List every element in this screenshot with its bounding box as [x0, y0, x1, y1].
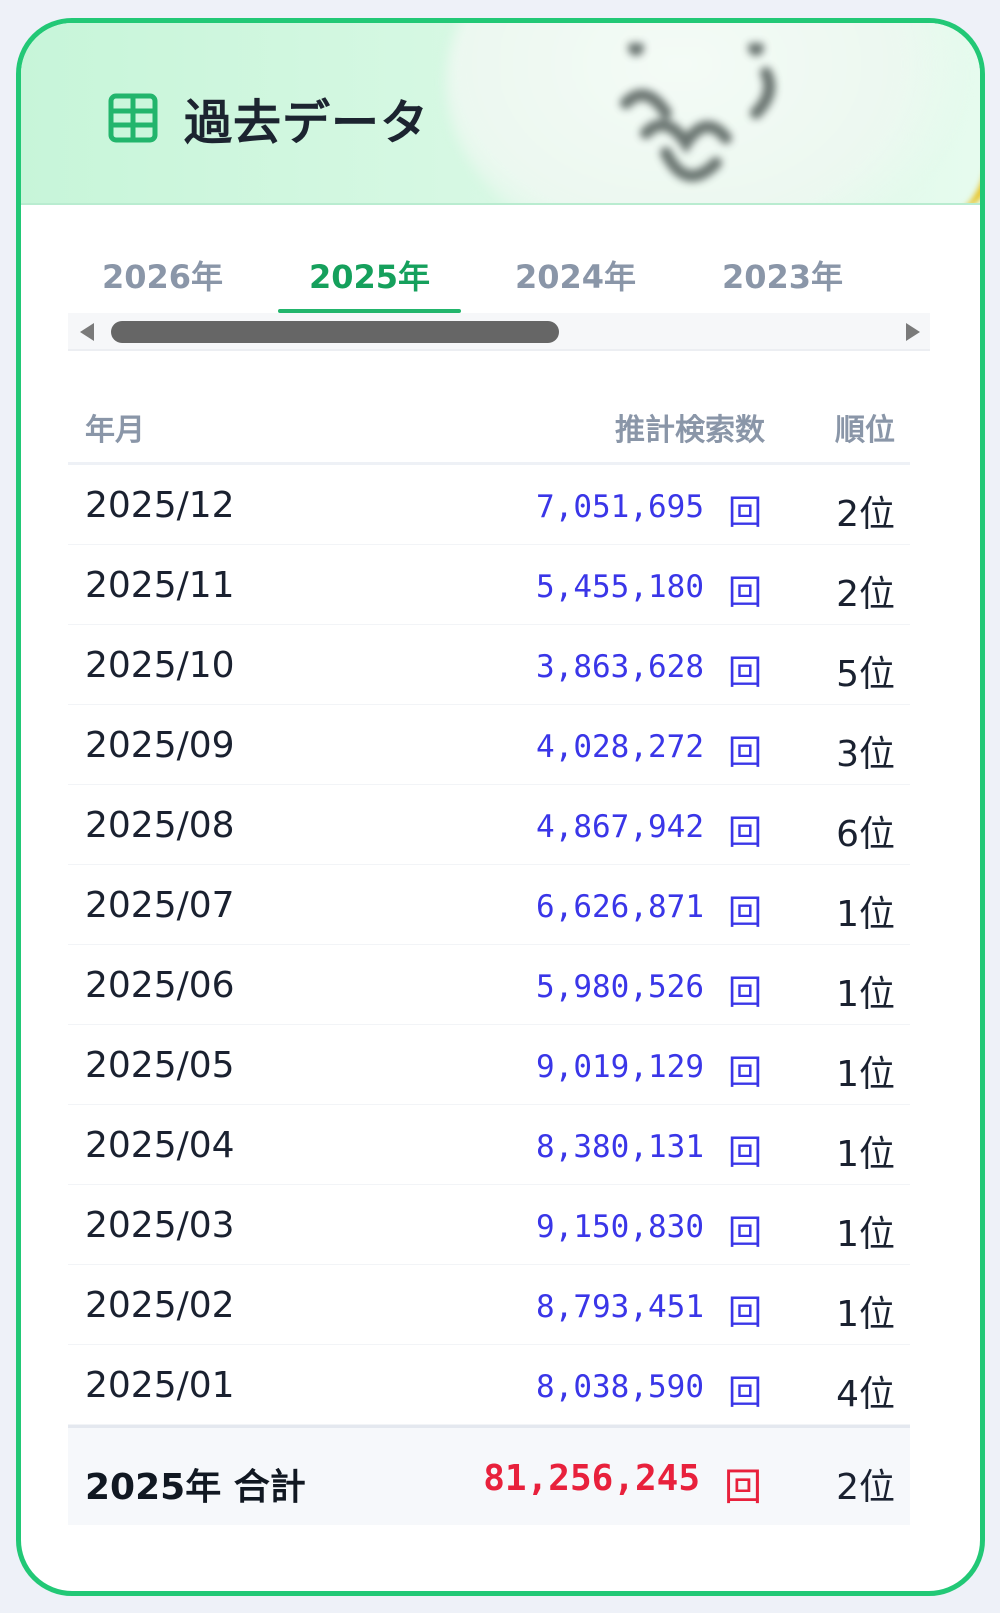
table-row: 2025/08 4,867,942 回 6位 — [68, 785, 910, 865]
monthly-data-table: 年月 推計検索数 順位 2025/12 7,051,695 回 2位 2025/11 5,… — [68, 383, 910, 1525]
row-unit: 回 — [728, 1293, 762, 1333]
row-month: 2025/11 — [85, 565, 235, 606]
row-rank: 1位 — [836, 1294, 895, 1335]
year-tabs: 2026年 2025年 2024年 2023年 — [71, 253, 931, 313]
row-rank: 1位 — [836, 974, 895, 1015]
row-month: 2025/03 — [85, 1205, 235, 1246]
table-row: 2025/09 4,028,272 回 3位 — [68, 705, 910, 785]
mascot-face-icon — [620, 43, 776, 182]
row-search-count: 9,019,129 — [536, 1049, 704, 1085]
row-rank: 1位 — [836, 1054, 895, 1095]
row-month: 2025/02 — [85, 1285, 235, 1326]
table-row: 2025/11 5,455,180 回 2位 — [68, 545, 910, 625]
card-header: 過去データ — [21, 23, 980, 205]
table-row: 2025/12 7,051,695 回 2位 — [68, 465, 910, 545]
row-month: 2025/01 — [85, 1365, 235, 1406]
row-rank: 1位 — [836, 894, 895, 935]
table-row: 2025/01 8,038,590 回 4位 — [68, 1345, 910, 1425]
row-month: 2025/04 — [85, 1125, 235, 1166]
table-row: 2025/06 5,980,526 回 1位 — [68, 945, 910, 1025]
row-rank: 6位 — [836, 814, 895, 855]
row-rank: 1位 — [836, 1134, 895, 1175]
row-search-count: 5,980,526 — [536, 969, 704, 1005]
tab-2023[interactable]: 2023年 — [691, 253, 874, 313]
table-row: 2025/05 9,019,129 回 1位 — [68, 1025, 910, 1105]
row-rank: 2位 — [836, 494, 895, 535]
row-month: 2025/07 — [85, 885, 235, 926]
tabs-horizontal-scrollbar[interactable] — [68, 313, 930, 351]
row-rank: 5位 — [836, 654, 895, 695]
row-rank: 3位 — [836, 734, 895, 775]
panel-title-group: 過去データ — [108, 83, 429, 153]
table-grid-icon — [108, 93, 158, 143]
row-search-count: 4,867,942 — [536, 809, 704, 845]
row-unit: 回 — [728, 973, 762, 1013]
row-month: 2025/09 — [85, 725, 235, 766]
table-row: 2025/02 8,793,451 回 1位 — [68, 1265, 910, 1345]
tab-2025[interactable]: 2025年 — [278, 253, 461, 313]
row-month: 2025/08 — [85, 805, 235, 846]
scroll-right-arrow-icon[interactable] — [906, 323, 920, 341]
row-unit: 回 — [728, 813, 762, 853]
row-month: 2025/12 — [85, 485, 235, 526]
scroll-left-arrow-icon[interactable] — [80, 323, 94, 341]
total-row: 2025年 合計 81,256,245 回 2位 — [68, 1425, 910, 1525]
row-search-count: 3,863,628 — [536, 649, 704, 685]
total-rank: 2位 — [836, 1467, 895, 1508]
row-search-count: 5,455,180 — [536, 569, 704, 605]
row-rank: 1位 — [836, 1214, 895, 1255]
table-row: 2025/03 9,150,830 回 1位 — [68, 1185, 910, 1265]
table-row: 2025/04 8,380,131 回 1位 — [68, 1105, 910, 1185]
tab-2026[interactable]: 2026年 — [71, 253, 254, 313]
row-search-count: 9,150,830 — [536, 1209, 704, 1245]
panel-title: 過去データ — [184, 95, 430, 151]
header-search-count: 推計検索数 — [615, 413, 765, 448]
row-unit: 回 — [728, 1213, 762, 1253]
row-unit: 回 — [728, 1133, 762, 1173]
table-row: 2025/10 3,863,628 回 5位 — [68, 625, 910, 705]
row-unit: 回 — [728, 893, 762, 933]
header-rank: 順位 — [835, 413, 895, 448]
row-search-count: 8,038,590 — [536, 1369, 704, 1405]
table-header: 年月 推計検索数 順位 — [68, 383, 910, 465]
row-unit: 回 — [728, 1053, 762, 1093]
past-data-card: 過去データ 2026年 2025年 2024年 2023年 年月 推計検索数 順… — [16, 18, 985, 1596]
row-rank: 4位 — [836, 1374, 895, 1415]
row-search-count: 6,626,871 — [536, 889, 704, 925]
total-unit: 回 — [723, 1465, 762, 1509]
row-search-count: 7,051,695 — [536, 489, 704, 525]
row-month: 2025/10 — [85, 645, 235, 686]
row-unit: 回 — [728, 573, 762, 613]
row-search-count: 8,380,131 — [536, 1129, 704, 1165]
total-count: 81,256,245 — [483, 1458, 700, 1499]
row-search-count: 8,793,451 — [536, 1289, 704, 1325]
row-unit: 回 — [728, 1373, 762, 1413]
row-unit: 回 — [728, 653, 762, 693]
tab-2024[interactable]: 2024年 — [484, 253, 667, 313]
row-search-count: 4,028,272 — [536, 729, 704, 765]
row-unit: 回 — [728, 493, 762, 533]
header-month: 年月 — [85, 413, 145, 448]
row-rank: 2位 — [836, 574, 895, 615]
scrollbar-thumb[interactable] — [111, 321, 559, 343]
table-row: 2025/07 6,626,871 回 1位 — [68, 865, 910, 945]
row-month: 2025/06 — [85, 965, 235, 1006]
tab-2025-label: 2025年 — [308, 258, 431, 296]
row-month: 2025/05 — [85, 1045, 235, 1086]
total-label: 2025年 合計 — [85, 1467, 306, 1508]
row-unit: 回 — [728, 733, 762, 773]
